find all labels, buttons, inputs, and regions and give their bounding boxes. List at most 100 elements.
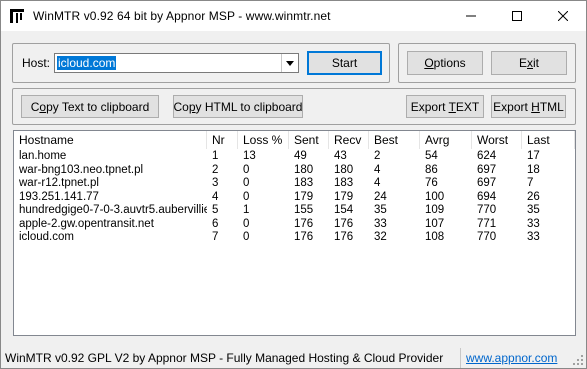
table-cell: 33 xyxy=(527,217,540,230)
copy-html-mnemonic: p xyxy=(188,99,196,114)
minimize-icon xyxy=(466,15,476,17)
table-cell: icloud.com xyxy=(19,231,74,243)
minimize-button[interactable] xyxy=(448,1,494,31)
export-text-button[interactable]: Export TEXT xyxy=(406,95,484,118)
export-html-button[interactable]: Export HTML xyxy=(491,95,566,118)
table-cell: 100 xyxy=(425,190,445,203)
start-button-label: Start xyxy=(331,56,358,70)
table-cell: 697 xyxy=(477,163,497,176)
table-body: lan.home 1 13 49 43 2 54 624 17 war-bng103.neo.tp… xyxy=(14,150,575,245)
table-cell: 624 xyxy=(477,150,497,162)
table-cell: 7 xyxy=(527,177,534,189)
copy-html-button[interactable]: Copy HTML to clipboard xyxy=(173,95,303,118)
table-cell: hundredgige0-7-0-3.auvtr5.aubervillie... xyxy=(19,204,207,216)
table-cell: 43 xyxy=(334,150,347,162)
resize-grip-icon[interactable] xyxy=(572,354,584,366)
table-cell: 5 xyxy=(212,204,219,216)
table-cell: 109 xyxy=(425,204,445,216)
close-button[interactable] xyxy=(540,1,586,31)
app-icon xyxy=(10,9,24,23)
chevron-down-icon xyxy=(286,60,294,66)
table-cell: 2 xyxy=(212,163,219,176)
options-button[interactable]: Options xyxy=(407,51,483,75)
table-cell: 1 xyxy=(212,150,219,162)
table-cell: war-r12.tpnet.pl xyxy=(19,177,99,189)
table-cell: 2 xyxy=(374,150,381,162)
title-bar[interactable]: WinMTR v0.92 64 bit by Appnor MSP - www.… xyxy=(1,1,586,31)
column-header-hostname[interactable]: Hostname xyxy=(14,131,207,149)
table-cell: 770 xyxy=(477,204,497,216)
table-cell: 183 xyxy=(334,177,354,189)
table-row[interactable]: hundredgige0-7-0-3.auvtr5.aubervillie...… xyxy=(14,204,575,218)
table-cell: apple-2.gw.opentransit.net xyxy=(19,217,154,230)
table-cell: 86 xyxy=(425,163,438,176)
window-title: WinMTR v0.92 64 bit by Appnor MSP - www.… xyxy=(33,9,331,23)
table-cell: 180 xyxy=(334,163,354,176)
maximize-button[interactable] xyxy=(494,1,540,31)
exit-button[interactable]: Exit xyxy=(491,51,567,75)
table-cell: 107 xyxy=(425,217,445,230)
table-row[interactable]: war-bng103.neo.tpnet.pl 2 0 180 180 4 86 697 18 xyxy=(14,164,575,178)
table-cell: 76 xyxy=(425,177,438,189)
table-cell: 35 xyxy=(374,204,387,216)
table-cell: 18 xyxy=(527,163,540,176)
copy-text-button[interactable]: Copy Text to clipboard xyxy=(21,95,159,118)
table-cell: 694 xyxy=(477,190,497,203)
host-input[interactable]: icloud.com xyxy=(55,54,281,72)
table-cell: 183 xyxy=(294,177,314,189)
status-text: WinMTR v0.92 GPL V2 by Appnor MSP - Full… xyxy=(5,351,444,365)
table-cell: 6 xyxy=(212,217,219,230)
table-cell: 176 xyxy=(294,231,314,243)
appnor-link[interactable]: www.appnor.com xyxy=(466,351,557,365)
close-icon xyxy=(558,11,568,21)
column-header-last[interactable]: Last xyxy=(522,131,575,149)
table-cell: 4 xyxy=(374,177,381,189)
table-cell: 176 xyxy=(294,217,314,230)
table-cell: 0 xyxy=(243,217,250,230)
table-cell: lan.home xyxy=(19,150,67,162)
table-cell: 155 xyxy=(294,204,314,216)
table-cell: 0 xyxy=(243,190,250,203)
table-cell: war-bng103.neo.tpnet.pl xyxy=(19,163,144,176)
table-cell: 4 xyxy=(374,163,381,176)
table-cell: 697 xyxy=(477,177,497,189)
host-label: Host: xyxy=(22,56,51,70)
column-header-worst[interactable]: Worst xyxy=(472,131,522,149)
table-row[interactable]: war-r12.tpnet.pl 3 0 183 183 4 76 697 7 xyxy=(14,177,575,191)
winmtr-window: WinMTR v0.92 64 bit by Appnor MSP - www.… xyxy=(0,0,587,369)
table-cell: 3 xyxy=(212,177,219,189)
table-cell: 17 xyxy=(527,150,540,162)
table-cell: 4 xyxy=(212,190,219,203)
table-row[interactable]: apple-2.gw.opentransit.net 6 0 176 176 33 107 7… xyxy=(14,218,575,232)
table-cell: 1 xyxy=(243,204,250,216)
host-dropdown-button[interactable] xyxy=(281,54,298,72)
host-value: icloud.com xyxy=(57,56,117,70)
column-header-loss[interactable]: Loss % xyxy=(238,131,289,149)
table-row[interactable]: icloud.com 7 0 176 176 32 108 770 33 xyxy=(14,231,575,245)
table-cell: 54 xyxy=(425,150,438,162)
table-cell: 13 xyxy=(243,150,256,162)
table-cell: 33 xyxy=(527,231,540,243)
table-cell: 179 xyxy=(294,190,314,203)
table-row[interactable]: lan.home 1 13 49 43 2 54 624 17 xyxy=(14,150,575,164)
column-header-sent[interactable]: Sent xyxy=(289,131,329,149)
table-cell: 49 xyxy=(294,150,307,162)
table-cell: 770 xyxy=(477,231,497,243)
column-header-avrg[interactable]: Avrg xyxy=(420,131,472,149)
table-cell: 0 xyxy=(243,231,250,243)
table-cell: 176 xyxy=(334,231,354,243)
column-header-best[interactable]: Best xyxy=(369,131,420,149)
table-cell: 26 xyxy=(527,190,540,203)
options-mnemonic: O xyxy=(424,56,434,70)
table-cell: 35 xyxy=(527,204,540,216)
maximize-icon xyxy=(512,11,522,21)
table-row[interactable]: 193.251.141.77 4 0 179 179 24 100 694 26 xyxy=(14,191,575,205)
results-table[interactable]: Hostname Nr Loss % Sent Recv Best Avrg Worst Las… xyxy=(13,130,576,336)
table-cell: 0 xyxy=(243,163,250,176)
column-header-nr[interactable]: Nr xyxy=(207,131,238,149)
status-divider xyxy=(460,348,461,368)
start-button[interactable]: Start xyxy=(307,51,382,75)
column-header-recv[interactable]: Recv xyxy=(329,131,369,149)
table-cell: 176 xyxy=(334,217,354,230)
host-combobox[interactable]: icloud.com xyxy=(54,53,299,73)
